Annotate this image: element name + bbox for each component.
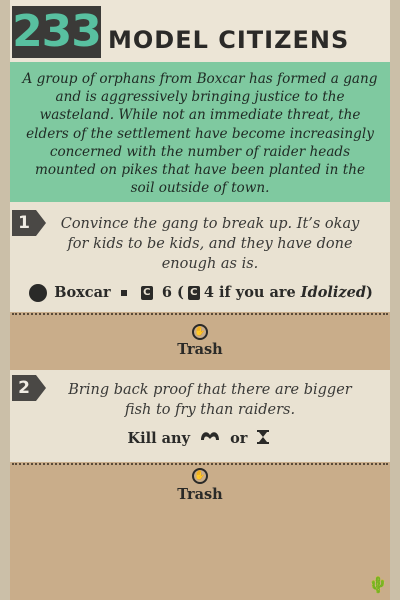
alt-condition: Idolized — [300, 284, 366, 301]
cactus-icon: 🌵 — [368, 575, 388, 594]
separator-dot-icon — [120, 290, 127, 296]
alt-open: ( — [176, 284, 184, 301]
location-gear-icon — [31, 286, 46, 300]
check-value: 6 — [161, 284, 172, 301]
option-1-requirement: Boxcar C 6 (C 4 if you are Idolized) — [0, 284, 400, 301]
alt-close: ) — [366, 284, 373, 301]
card-number: 233 — [12, 6, 102, 58]
hourglass-icon — [256, 430, 269, 448]
trash-hand-icon: ✋ — [192, 324, 208, 340]
result-divider — [12, 463, 388, 465]
option-2-text: Bring back proof that there are bigger f… — [68, 382, 352, 418]
result-divider — [12, 313, 388, 315]
option-2-result-label: Trash — [177, 486, 223, 503]
option-2-badge: 2 — [12, 375, 46, 401]
quest-card: 233 MODEL CITIZENS A group of orphans fr… — [0, 0, 400, 600]
charisma-check-icon-alt: C — [187, 286, 200, 300]
kill-prefix: Kill any — [127, 430, 191, 447]
charisma-check-icon: C — [140, 286, 153, 300]
option-1-text: Convince the gang to break up. It’s okay… — [60, 216, 360, 272]
option-1-result-label: Trash — [177, 341, 223, 358]
intro-text: A group of orphans from Boxcar has forme… — [22, 71, 378, 197]
trash-hand-icon: ✋ — [192, 468, 208, 484]
ram-horns-icon — [199, 430, 221, 448]
card-title: MODEL CITIZENS — [108, 26, 350, 54]
option-2-requirement: Kill any or — [0, 430, 400, 448]
option-1-badge: 1 — [12, 210, 46, 236]
kill-connector: or — [230, 430, 248, 447]
alt-value: 4 if you are — [203, 284, 301, 301]
location-name: Boxcar — [54, 284, 111, 301]
